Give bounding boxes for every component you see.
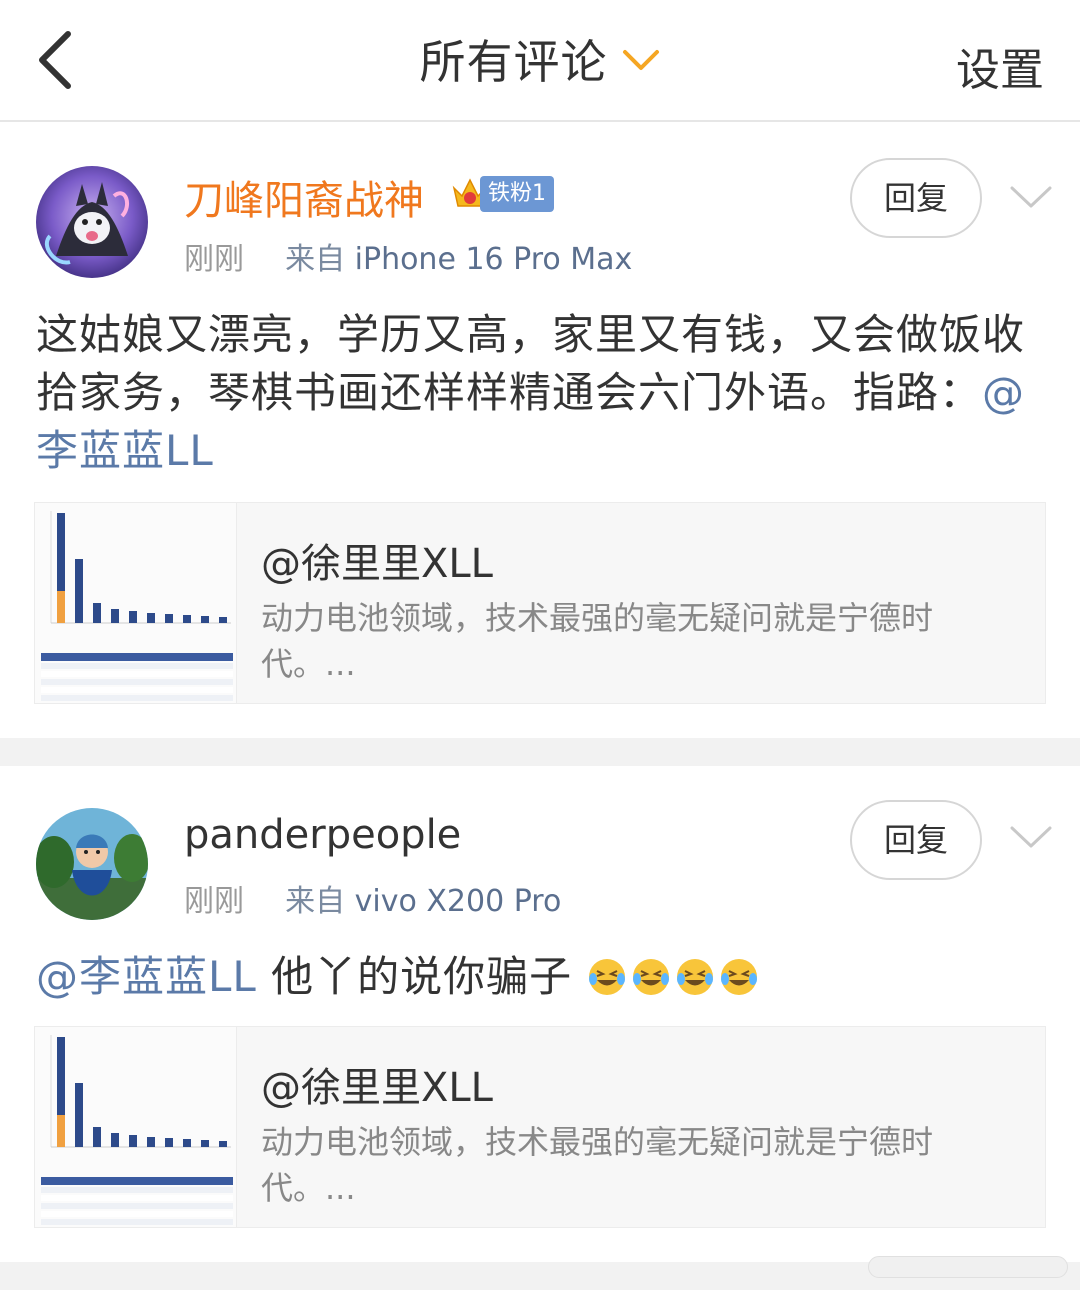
device-name: vivo X200 Pro: [354, 884, 562, 919]
page-title: 所有评论: [419, 35, 608, 89]
home-indicator: [868, 1256, 1068, 1278]
post-thumbnail: [35, 1027, 237, 1227]
device-name: iPhone 16 Pro Max: [354, 242, 633, 277]
comment-meta: 刚刚 来自 iPhone 16 Pro Max: [184, 234, 632, 278]
comment-meta: 刚刚 来自 vivo X200 Pro: [184, 876, 561, 920]
comment-text: 这姑娘又漂亮，学历又高，家里又有钱，又会做饭收拾家务，琴棋书画还样样精通会六门外…: [36, 306, 1046, 480]
laughing-tears-icon: [588, 959, 625, 995]
linked-post-card[interactable]: @徐里里XLL 动力电池领域，技术最强的毫无疑问就是宁德时代。...: [34, 502, 1046, 704]
card-description: 动力电池领域，技术最强的毫无疑问就是宁德时代。...: [261, 1123, 934, 1207]
reply-button[interactable]: 回复: [850, 158, 982, 238]
card-title: @徐里里XLL: [261, 541, 493, 587]
username[interactable]: panderpeople: [184, 812, 461, 858]
linked-post-card[interactable]: @徐里里XLL 动力电池领域，技术最强的毫无疑问就是宁德时代。...: [34, 1026, 1046, 1228]
emoji-group: [572, 952, 762, 1001]
comment-item: 刀峰阳裔战神 铁粉1 刚刚 来自 iPhone 16 Pro Max 回复 这姑…: [0, 124, 1080, 736]
comment-text: @李蓝蓝LL 他丫的说你骗子: [36, 948, 1046, 1006]
source-label: 来自: [285, 242, 346, 277]
top-bar: 所有评论 设置: [0, 0, 1080, 122]
source-label: 来自: [285, 884, 346, 919]
comment-item: panderpeople 刚刚 来自 vivo X200 Pro 回复 @李蓝蓝…: [0, 766, 1080, 1260]
avatar[interactable]: [36, 808, 148, 920]
comment-time: 刚刚: [184, 884, 244, 919]
comment-body: 这姑娘又漂亮，学历又高，家里又有钱，又会做饭收拾家务，琴棋书画还样样精通会六门外…: [36, 310, 1026, 417]
section-divider: [0, 738, 1080, 766]
avatar[interactable]: [36, 166, 148, 278]
chevron-down-icon[interactable]: [1008, 824, 1054, 852]
settings-button[interactable]: 设置: [956, 34, 1044, 98]
chevron-down-icon[interactable]: [1008, 184, 1054, 212]
comment-body: 他丫的说你骗子: [256, 952, 573, 1001]
username[interactable]: 刀峰阳裔战神: [184, 168, 424, 226]
card-description: 动力电池领域，技术最强的毫无疑问就是宁德时代。...: [261, 599, 934, 683]
mention-link[interactable]: @李蓝蓝LL: [36, 952, 257, 1001]
card-title: @徐里里XLL: [261, 1065, 493, 1111]
chevron-down-icon: [622, 50, 659, 70]
fan-badge[interactable]: 铁粉1: [450, 176, 560, 212]
badge-label: 铁粉1: [480, 176, 554, 212]
laughing-tears-icon: [720, 959, 757, 995]
post-thumbnail: [35, 503, 237, 703]
comment-time: 刚刚: [184, 242, 244, 277]
laughing-tears-icon: [632, 959, 669, 995]
title-dropdown[interactable]: 所有评论: [0, 26, 1080, 92]
laughing-tears-icon: [676, 959, 713, 995]
reply-button[interactable]: 回复: [850, 800, 982, 880]
